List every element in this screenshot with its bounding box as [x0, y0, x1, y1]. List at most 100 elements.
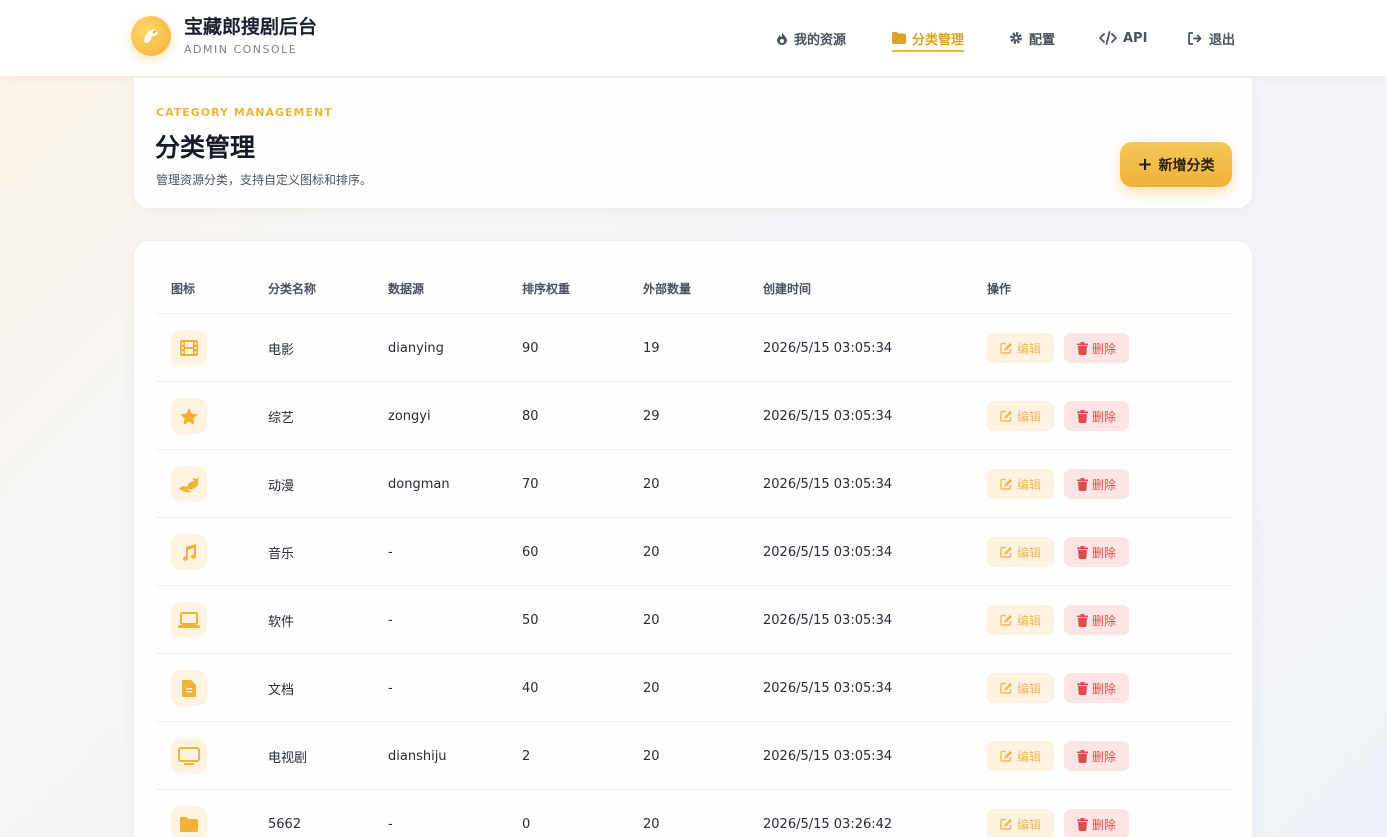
column-header-name: 分类名称: [268, 282, 317, 296]
edit-icon: [1000, 614, 1012, 626]
category-count: 20: [643, 748, 660, 764]
category-created: 2026/5/15 03:05:34: [763, 544, 893, 560]
edit-label: 编辑: [1016, 749, 1041, 764]
delete-label: 删除: [1091, 749, 1116, 764]
column-header-icon: 图标: [171, 282, 196, 296]
edit-icon: [1000, 750, 1012, 762]
edit-label: 编辑: [1016, 409, 1041, 424]
column-header-weight: 排序权重: [522, 282, 571, 296]
table-row: 文档 - 40 20 2026/5/15 03:05:34 编辑 删除: [156, 654, 1232, 722]
delete-label: 删除: [1091, 545, 1116, 560]
delete-label: 删除: [1091, 613, 1116, 628]
delete-button[interactable]: 删除: [1064, 605, 1129, 635]
laptop-icon: [171, 602, 207, 638]
page-eyebrow: CATEGORY MANAGEMENT: [156, 106, 333, 119]
category-weight: 90: [522, 340, 539, 356]
delete-label: 删除: [1091, 409, 1116, 424]
category-count: 20: [643, 612, 660, 628]
nav-config[interactable]: 配置: [1009, 26, 1055, 50]
category-source: -: [388, 612, 393, 628]
edit-label: 编辑: [1016, 681, 1041, 696]
column-header-count: 外部数量: [643, 282, 692, 296]
delete-button[interactable]: 删除: [1064, 809, 1129, 837]
delete-label: 删除: [1091, 817, 1116, 832]
edit-label: 编辑: [1016, 545, 1041, 560]
tv-icon: [171, 738, 207, 774]
category-created: 2026/5/15 03:05:34: [763, 748, 893, 764]
trash-icon: [1076, 409, 1088, 423]
nav-api[interactable]: API: [1099, 26, 1147, 50]
delete-button[interactable]: 删除: [1064, 401, 1129, 431]
table-row: 电影 dianying 90 19 2026/5/15 03:05:34 编辑 删除: [156, 314, 1232, 382]
edit-button[interactable]: 编辑: [987, 741, 1054, 771]
nav-my-resources[interactable]: 我的资源: [776, 26, 846, 50]
edit-button[interactable]: 编辑: [987, 401, 1054, 431]
delete-label: 删除: [1091, 681, 1116, 696]
category-weight: 40: [522, 680, 539, 696]
column-header-created: 创建时间: [763, 282, 812, 296]
category-created: 2026/5/15 03:05:34: [763, 476, 893, 492]
table-row: 5662 - 0 20 2026/5/15 03:26:42 编辑 删除: [156, 790, 1232, 837]
edit-icon: [1000, 410, 1012, 422]
edit-icon: [1000, 546, 1012, 558]
edit-label: 编辑: [1016, 613, 1041, 628]
edit-button[interactable]: 编辑: [987, 537, 1054, 567]
category-weight: 2: [522, 748, 531, 764]
column-header-source: 数据源: [388, 282, 425, 296]
category-count: 20: [643, 544, 660, 560]
nav-label: API: [1123, 30, 1148, 46]
category-count: 20: [643, 680, 660, 696]
category-name: 电影: [268, 342, 295, 358]
edit-button[interactable]: 编辑: [987, 809, 1054, 837]
edit-button[interactable]: 编辑: [987, 469, 1054, 499]
table-row: 软件 - 50 20 2026/5/15 03:05:34 编辑 删除: [156, 586, 1232, 654]
trash-icon: [1076, 341, 1088, 355]
add-category-label: 新增分类: [1158, 157, 1215, 174]
edit-button[interactable]: 编辑: [987, 673, 1054, 703]
delete-button[interactable]: 删除: [1064, 469, 1129, 499]
edit-icon: [1000, 478, 1012, 490]
category-created: 2026/5/15 03:26:42: [763, 816, 893, 832]
trash-icon: [1076, 681, 1088, 695]
category-weight: 70: [522, 476, 539, 492]
nav-logout[interactable]: 退出: [1188, 26, 1235, 50]
category-source: -: [388, 680, 393, 696]
dragon-icon: [171, 466, 207, 502]
table-row: 动漫 dongman 70 20 2026/5/15 03:05:34 编辑 删除: [156, 450, 1232, 518]
category-created: 2026/5/15 03:05:34: [763, 340, 893, 356]
code-icon: [1099, 31, 1117, 45]
delete-button[interactable]: 删除: [1064, 741, 1129, 771]
category-weight: 80: [522, 408, 539, 424]
edit-button[interactable]: 编辑: [987, 605, 1054, 635]
category-table: 图标 分类名称 数据源 排序权重 外部数量 创建时间 操作 电影 dianying…: [133, 240, 1253, 837]
delete-button[interactable]: 删除: [1064, 537, 1129, 567]
delete-button[interactable]: 删除: [1064, 673, 1129, 703]
nav-category-management[interactable]: 分类管理: [892, 26, 965, 52]
gear-icon: [1010, 32, 1022, 44]
nav-label: 我的资源: [794, 32, 847, 48]
category-source: zongyi: [388, 408, 431, 424]
fire-icon: [777, 31, 787, 45]
trash-icon: [1076, 545, 1088, 559]
category-weight: 0: [522, 816, 531, 832]
category-count: 20: [643, 476, 660, 492]
edit-label: 编辑: [1016, 341, 1041, 356]
edit-icon: [1000, 818, 1012, 830]
trash-icon: [1076, 817, 1088, 831]
column-header-actions: 操作: [987, 282, 1012, 296]
nav-label: 分类管理: [912, 32, 965, 48]
nav-label: 配置: [1029, 32, 1056, 48]
category-count: 29: [643, 408, 660, 424]
delete-button[interactable]: 删除: [1064, 333, 1129, 363]
edit-button[interactable]: 编辑: [987, 333, 1054, 363]
trash-icon: [1076, 749, 1088, 763]
category-weight: 50: [522, 612, 539, 628]
category-source: dianying: [388, 340, 444, 356]
category-name: 5662: [268, 816, 302, 832]
category-name: 软件: [268, 614, 295, 630]
delete-label: 删除: [1091, 341, 1116, 356]
page-title: 分类管理: [155, 133, 256, 162]
logout-icon: [1188, 31, 1202, 45]
add-category-button[interactable]: + 新增分类: [1120, 142, 1232, 187]
category-source: -: [388, 816, 393, 832]
